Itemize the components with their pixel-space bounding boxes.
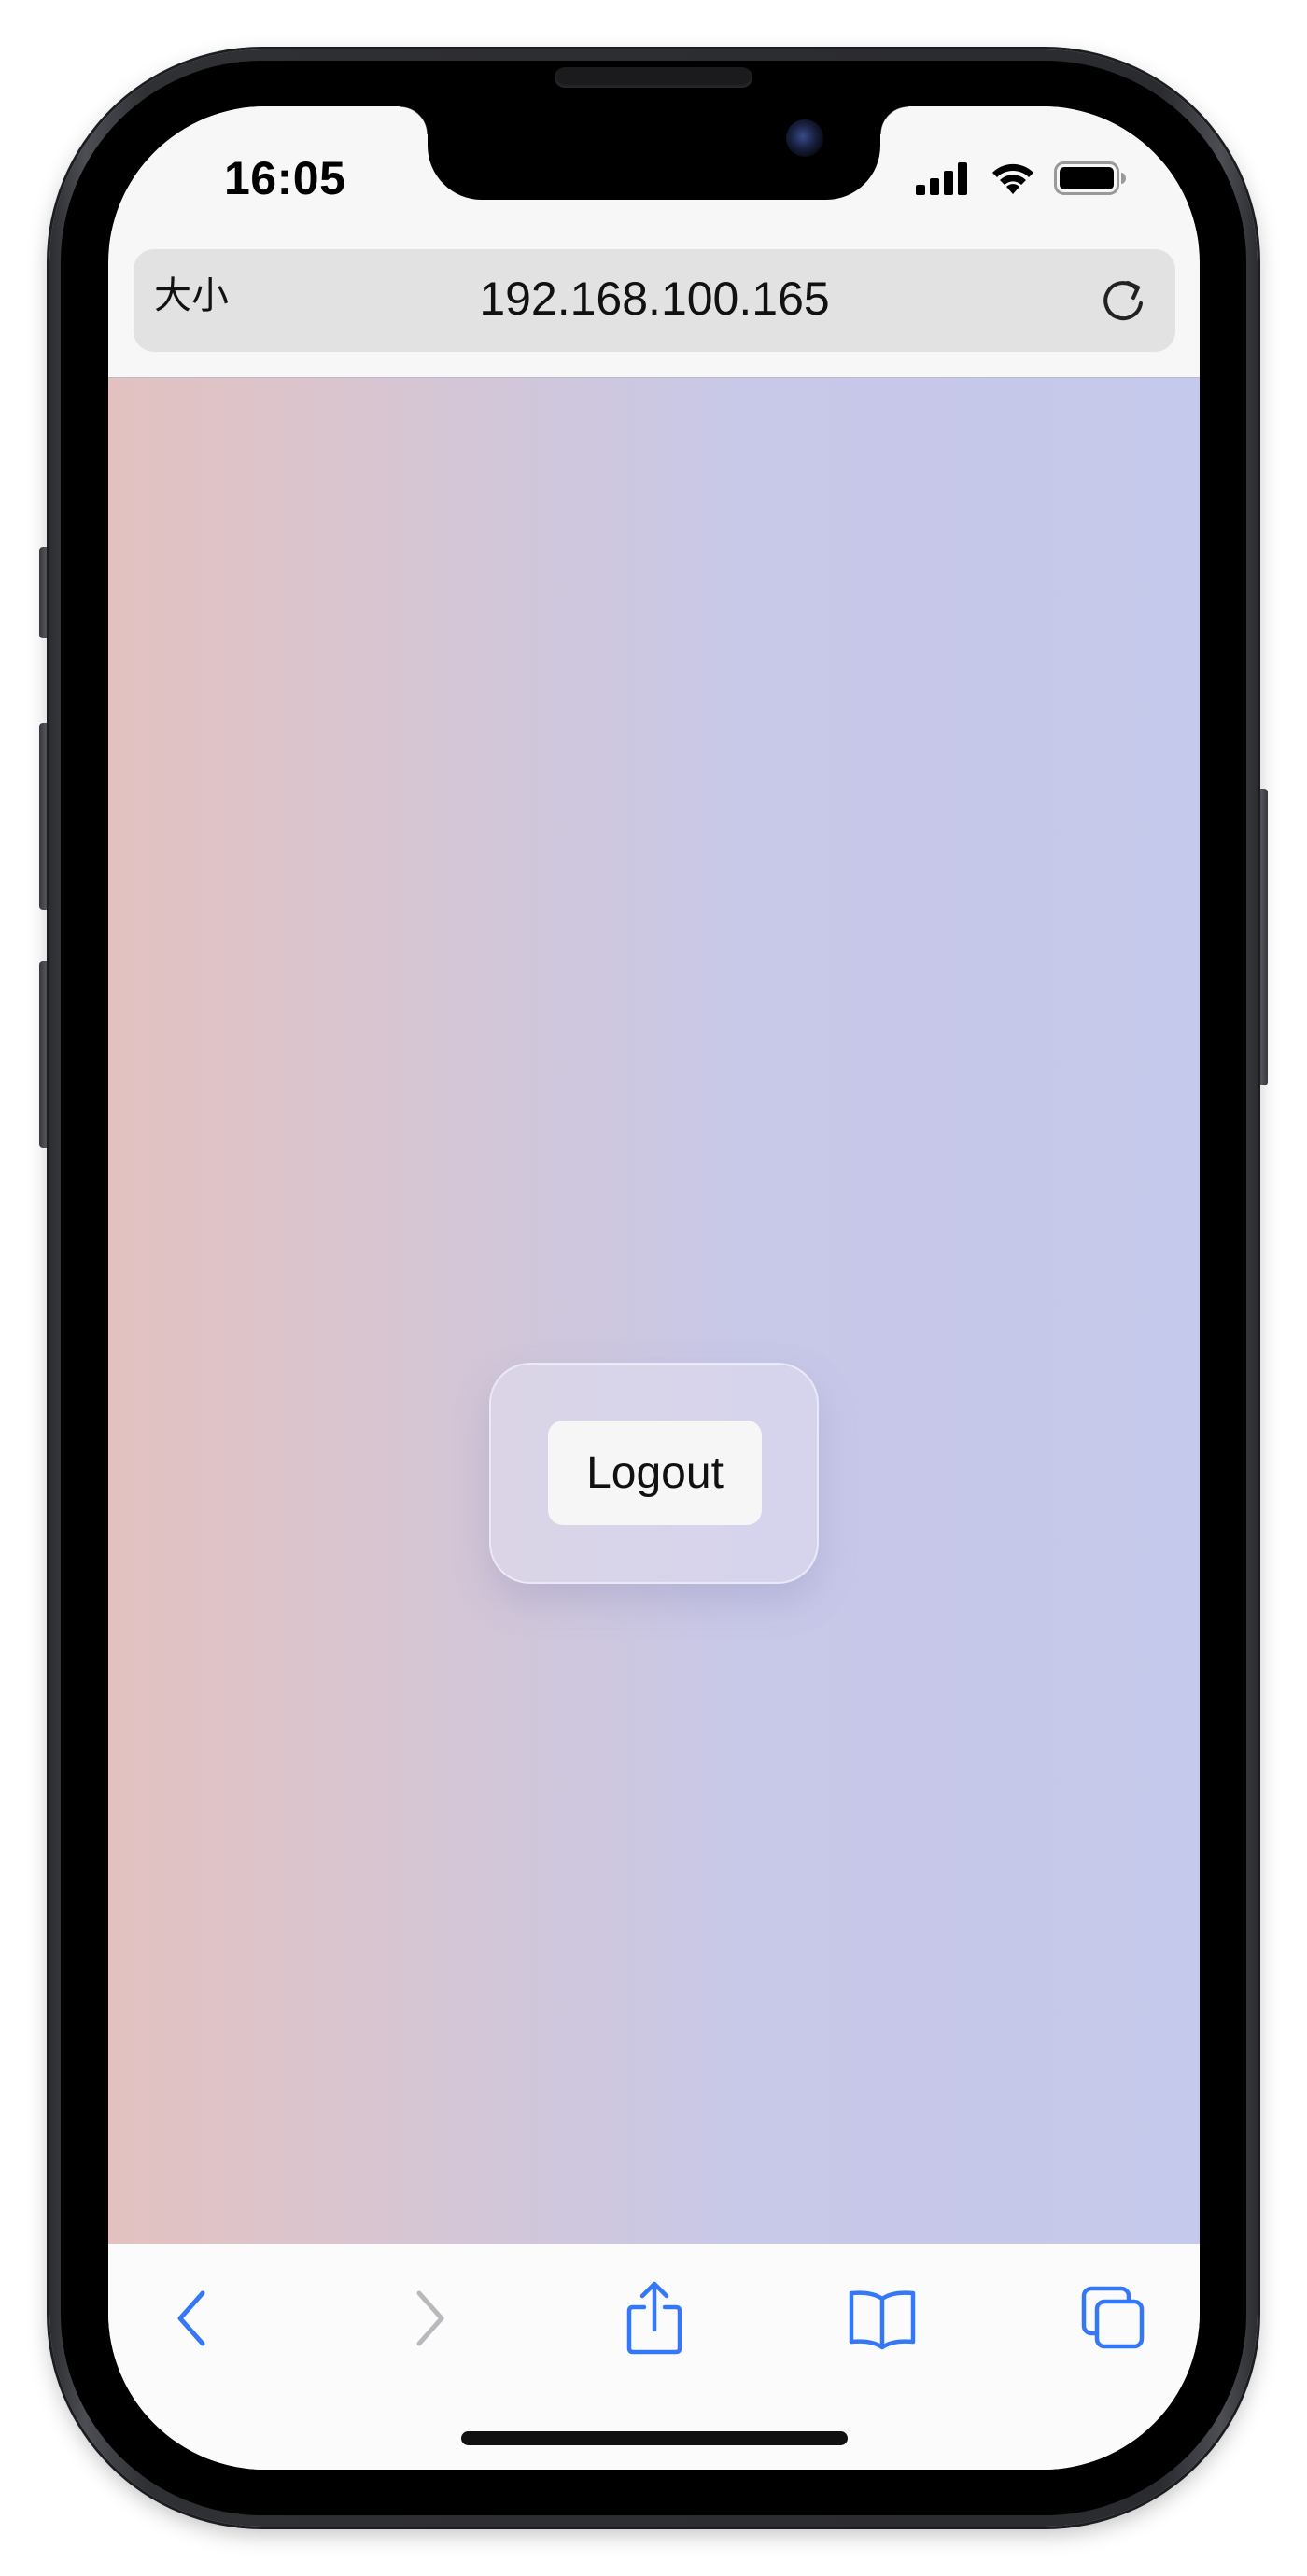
back-button[interactable] <box>155 2281 230 2356</box>
back-icon <box>177 2290 205 2346</box>
front-camera <box>786 119 823 157</box>
battery-icon <box>1054 161 1126 195</box>
bookmarks-button[interactable] <box>845 2281 920 2356</box>
device-mockup: 16:05 大小 192.168.100.165 Logout <box>0 0 1307 2576</box>
share-icon <box>626 2281 682 2355</box>
reload-icon[interactable] <box>1099 275 1149 326</box>
forward-button[interactable] <box>392 2281 467 2356</box>
forward-icon <box>416 2290 444 2346</box>
web-page: Logout <box>108 378 1200 2244</box>
status-bar: 16:05 <box>108 106 1200 246</box>
logout-card: Logout <box>489 1363 819 1584</box>
cellular-signal-icon <box>916 162 967 195</box>
address-bar[interactable]: 大小 192.168.100.165 <box>134 249 1175 352</box>
status-time: 16:05 <box>224 152 346 204</box>
notch <box>400 106 908 200</box>
bookmarks-icon <box>849 2290 916 2350</box>
share-button[interactable] <box>617 2281 692 2356</box>
wifi-icon <box>992 163 1033 194</box>
phone-screen: 16:05 大小 192.168.100.165 Logout <box>108 106 1200 2470</box>
logout-button[interactable]: Logout <box>548 1421 762 1525</box>
tabs-button[interactable] <box>1076 2281 1151 2356</box>
earpiece-speaker <box>555 67 752 88</box>
tabs-icon <box>1081 2286 1145 2349</box>
home-indicator <box>461 2431 848 2445</box>
status-icons <box>914 161 1127 196</box>
url-field[interactable]: 192.168.100.165 <box>134 273 1175 325</box>
